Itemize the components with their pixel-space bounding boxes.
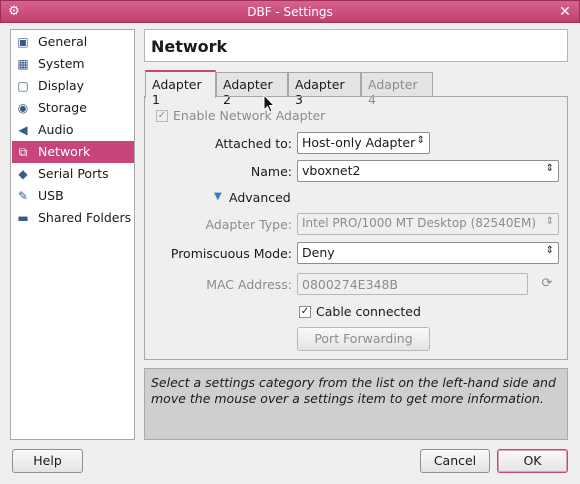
combo-arrows-icon: ⇕ bbox=[545, 216, 554, 227]
title-bar: ⚙ DBF - Settings ✕ bbox=[0, 0, 580, 23]
help-button[interactable]: Help bbox=[12, 449, 83, 473]
adapter-type-select[interactable]: Intel PRO/1000 MT Desktop (82540EM) ⇕ bbox=[297, 213, 559, 235]
combo-arrows-icon: ⇕ bbox=[545, 245, 554, 256]
attached-to-label: Attached to: bbox=[215, 136, 292, 151]
promiscuous-mode-select[interactable]: Deny ⇕ bbox=[297, 242, 559, 264]
sidebar-item-label: Audio bbox=[38, 122, 74, 137]
enable-adapter-label: Enable Network Adapter bbox=[173, 108, 326, 123]
system-icon: ▦ bbox=[17, 57, 29, 71]
mouse-cursor-icon bbox=[263, 94, 275, 113]
sidebar-item-usb[interactable]: ✎ USB bbox=[12, 185, 134, 207]
sidebar-item-label: USB bbox=[38, 188, 64, 203]
sidebar-item-general[interactable]: ▣ General bbox=[12, 31, 134, 53]
cable-connected-label: Cable connected bbox=[316, 304, 421, 319]
general-icon: ▣ bbox=[17, 35, 29, 49]
display-icon: ▢ bbox=[17, 79, 29, 93]
mac-address-field[interactable]: 0800274E348B bbox=[297, 273, 528, 295]
sidebar-item-storage[interactable]: ◉ Storage bbox=[12, 97, 134, 119]
sidebar-item-label: Shared Folders bbox=[38, 210, 132, 225]
adapter-type-label: Adapter Type: bbox=[205, 217, 293, 232]
cancel-button[interactable]: Cancel bbox=[420, 449, 490, 473]
expand-triangle-icon[interactable]: ▼ bbox=[214, 191, 222, 202]
enable-adapter-checkbox[interactable]: ✓ bbox=[156, 110, 168, 122]
serial-ports-icon: ◆ bbox=[18, 167, 28, 181]
sidebar-item-label: Storage bbox=[38, 100, 87, 115]
settings-category-list: ▣ General ▦ System ▢ Display ◉ Storage ◀… bbox=[10, 29, 135, 440]
audio-icon: ◀ bbox=[18, 123, 28, 137]
promiscuous-mode-label: Promiscuous Mode: bbox=[170, 246, 292, 261]
name-value: vboxnet2 bbox=[302, 163, 361, 178]
close-icon[interactable]: ✕ bbox=[557, 4, 573, 20]
shared-folders-icon: ▬ bbox=[17, 211, 29, 225]
attached-to-select[interactable]: Host-only Adapter ⇕ bbox=[297, 132, 430, 154]
window-title: DBF - Settings bbox=[247, 5, 333, 19]
sidebar-item-label: Network bbox=[38, 144, 91, 159]
tab-adapter-3[interactable]: Adapter 3 bbox=[288, 72, 361, 107]
name-select[interactable]: vboxnet2 ⇕ bbox=[297, 160, 559, 182]
usb-icon: ✎ bbox=[17, 189, 29, 203]
sidebar-item-label: Display bbox=[38, 78, 85, 93]
info-line: move the mouse over a settings item to g… bbox=[151, 391, 544, 406]
sidebar-item-shared-folders[interactable]: ▬ Shared Folders bbox=[12, 207, 134, 229]
tab-adapter-4[interactable]: Adapter 4 bbox=[361, 72, 433, 107]
sidebar-item-display[interactable]: ▢ Display bbox=[12, 75, 134, 97]
name-label: Name: bbox=[250, 164, 292, 179]
storage-icon: ◉ bbox=[17, 101, 29, 115]
refresh-icon[interactable]: ⟳ bbox=[539, 276, 555, 292]
sidebar-item-system[interactable]: ▦ System bbox=[12, 53, 134, 75]
sidebar-item-audio[interactable]: ◀ Audio bbox=[12, 119, 134, 141]
mac-address-label: MAC Address: bbox=[206, 277, 292, 292]
network-icon: ⧉ bbox=[18, 145, 28, 159]
tab-adapter-1[interactable]: Adapter 1 bbox=[145, 70, 216, 107]
sidebar-item-serial-ports[interactable]: ◆ Serial Ports bbox=[12, 163, 134, 185]
sidebar-item-label: System bbox=[38, 56, 85, 71]
promiscuous-mode-value: Deny bbox=[302, 245, 335, 260]
adapter-type-value: Intel PRO/1000 MT Desktop (82540EM) bbox=[302, 216, 537, 230]
page-title: Network bbox=[151, 37, 228, 56]
combo-arrows-icon: ⇕ bbox=[545, 163, 554, 174]
attached-to-value: Host-only Adapter bbox=[302, 135, 416, 150]
sidebar-item-label: Serial Ports bbox=[38, 166, 109, 181]
advanced-toggle[interactable]: Advanced bbox=[229, 190, 291, 205]
cable-connected-checkbox[interactable]: ✓ bbox=[299, 306, 311, 318]
info-description: Select a settings category from the list… bbox=[144, 368, 568, 440]
page-header: Network bbox=[144, 29, 568, 62]
tab-adapter-2[interactable]: Adapter 2 bbox=[216, 72, 288, 107]
sidebar-item-network[interactable]: ⧉ Network bbox=[12, 141, 134, 163]
ok-button[interactable]: OK bbox=[497, 449, 568, 473]
port-forwarding-button[interactable]: Port Forwarding bbox=[297, 327, 430, 351]
sidebar-item-label: General bbox=[38, 34, 88, 49]
combo-arrows-icon: ⇕ bbox=[416, 135, 425, 146]
info-line: Select a settings category from the list… bbox=[151, 375, 556, 390]
